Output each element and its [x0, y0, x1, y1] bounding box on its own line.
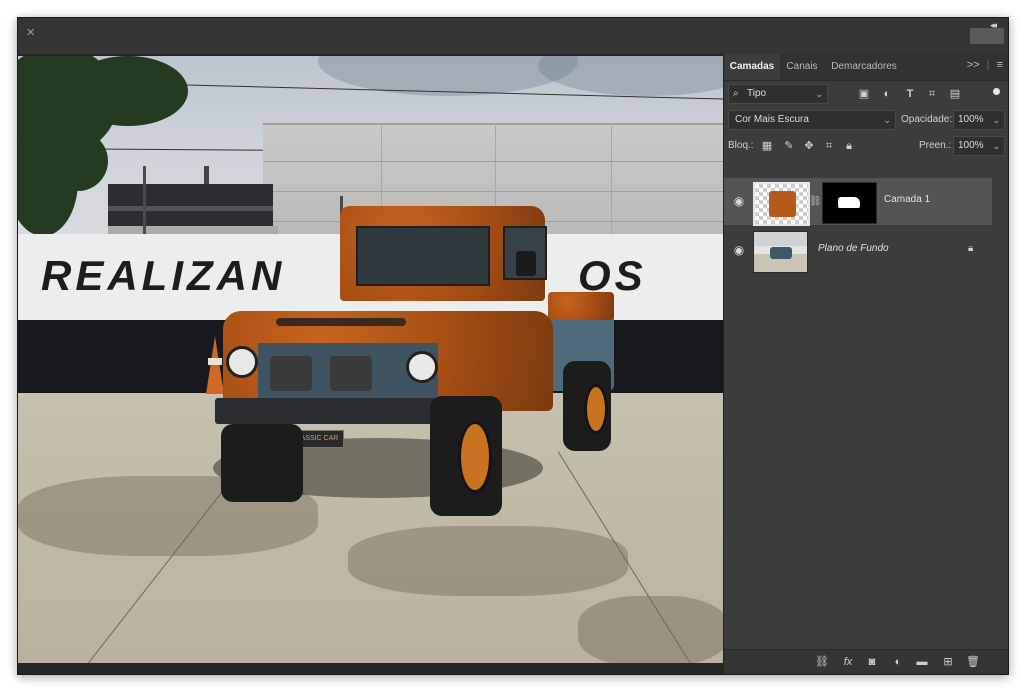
- link-layers-icon[interactable]: ⛓: [814, 654, 830, 670]
- panel-menu[interactable]: >> | ≡: [967, 59, 1003, 71]
- lock-pixels-icon[interactable]: ✎: [782, 139, 796, 153]
- layers-panel: Camadas Canais Demarcadores >> | ≡ ⌕ Tip…: [723, 54, 1008, 674]
- link-icon[interactable]: ⛓: [809, 195, 822, 209]
- opacity-value: 100%: [958, 114, 984, 125]
- wall-text-left: REALIZAN: [41, 252, 286, 299]
- fill-field[interactable]: 100% ⌄: [953, 136, 1005, 156]
- photoshop-window: ✕ ◂◂ REALIZAN OS CLASSIC CAR Camadas Can…: [17, 17, 1009, 675]
- chevron-down-icon: ⌄: [992, 115, 1000, 125]
- traffic-cone-stripe: [208, 358, 222, 365]
- thumb-truck: [770, 247, 792, 259]
- lock-row: Bloq.: ▦ ✎ ✥ ⌗ 🔒︎ Preen.: 100% ⌄: [724, 136, 1008, 158]
- lock-label: Bloq.:: [728, 140, 754, 151]
- chimney: [204, 166, 209, 184]
- chevron-down-icon: ⌄: [992, 141, 1000, 151]
- front-bumper: [215, 398, 447, 424]
- tab-demarcadores[interactable]: Demarcadores: [824, 54, 904, 80]
- layer-thumbnail[interactable]: [753, 231, 808, 273]
- truck-windshield: [356, 226, 490, 286]
- close-tab-icon[interactable]: ✕: [26, 26, 35, 39]
- chevron-down-icon: ⌄: [815, 89, 823, 99]
- filter-kind-select[interactable]: ⌕ Tipo ⌄: [728, 84, 828, 104]
- tree: [68, 56, 188, 126]
- shape-filter-icon[interactable]: ⌗: [925, 87, 939, 101]
- lock-position-icon[interactable]: ✥: [802, 139, 816, 153]
- add-mask-icon[interactable]: ◙: [864, 654, 880, 670]
- building-line: [263, 161, 723, 162]
- mask-thumbnail[interactable]: [822, 182, 877, 224]
- right-headlight: [406, 351, 438, 383]
- layer-thumbnail[interactable]: [753, 182, 810, 226]
- adjustment-filter-icon[interactable]: ◐: [880, 87, 894, 101]
- hood-vent: [276, 318, 406, 326]
- layer-name[interactable]: Camada 1: [884, 194, 930, 205]
- double-chevron-icon[interactable]: >>: [967, 59, 980, 71]
- wet-patch: [578, 596, 723, 663]
- rust-texture-thumbnail: [769, 191, 796, 217]
- fx-icon[interactable]: fx: [840, 654, 856, 670]
- traffic-cone: [206, 336, 224, 394]
- rear-rim: [584, 384, 608, 434]
- building-line: [263, 191, 723, 192]
- hamburger-icon[interactable]: ≡: [997, 59, 1003, 71]
- fill-value: 100%: [958, 140, 984, 151]
- grille-mesh-right: [330, 356, 372, 391]
- tab-separator: |: [986, 59, 990, 71]
- filter-kind-value: Tipo: [747, 88, 767, 99]
- chevron-down-icon: ⌄: [883, 115, 891, 125]
- truck-bed-rail: [548, 292, 614, 320]
- lock-transparency-icon[interactable]: ▦: [760, 139, 774, 153]
- document-tab-bar: ✕ ◂◂: [18, 18, 1008, 54]
- eye-icon[interactable]: ◉: [732, 243, 746, 257]
- smart-object-filter-icon[interactable]: ▤: [948, 87, 962, 101]
- new-layer-icon[interactable]: ⊞: [940, 654, 956, 670]
- building-joint: [611, 123, 612, 251]
- panel-tabs: Camadas Canais Demarcadores >> | ≡: [724, 54, 1008, 81]
- blend-row: Cor Mais Escura ⌄ Opacidade: 100% ⌄: [724, 110, 1008, 132]
- tab-canais[interactable]: Canais: [782, 54, 822, 80]
- blend-mode-select[interactable]: Cor Mais Escura ⌄: [728, 110, 896, 130]
- layer-row-camada-1[interactable]: ◉ ⛓ Camada 1: [724, 178, 992, 226]
- thumb-sky: [754, 232, 807, 246]
- grille-mesh-left: [270, 356, 312, 391]
- document-image: REALIZAN OS CLASSIC CAR: [18, 56, 723, 663]
- dark-building-stripe: [108, 206, 273, 211]
- layers-panel-footer: ⛓ fx ◙ ◐ ▬ ⊞ 🗑︎: [724, 649, 1008, 674]
- adjustment-layer-icon[interactable]: ◐: [890, 654, 906, 670]
- wet-patch: [348, 526, 628, 596]
- front-right-rim: [458, 421, 492, 493]
- blend-mode-value: Cor Mais Escura: [735, 114, 809, 125]
- canvas-area[interactable]: REALIZAN OS CLASSIC CAR: [18, 54, 723, 674]
- dark-building: [108, 184, 273, 226]
- left-headlight: [226, 346, 258, 378]
- tree: [48, 131, 108, 191]
- type-filter-icon[interactable]: T: [903, 87, 917, 101]
- filter-row: ⌕ Tipo ⌄ ▣ ◐ T ⌗ ▤: [724, 84, 1008, 106]
- lock-artboard-icon[interactable]: ⌗: [822, 139, 836, 153]
- layer-name[interactable]: Plano de Fundo: [818, 243, 889, 254]
- panel-dock-button[interactable]: [970, 28, 1004, 44]
- opacity-label: Opacidade:: [901, 114, 953, 125]
- filter-toggle-icon[interactable]: [993, 88, 1000, 95]
- front-left-tire: [221, 424, 303, 502]
- trash-icon[interactable]: 🗑︎: [965, 654, 981, 670]
- tab-camadas[interactable]: Camadas: [724, 54, 780, 80]
- side-mirror: [516, 251, 536, 276]
- eye-icon[interactable]: ◉: [732, 194, 746, 208]
- fill-label: Preen.:: [919, 140, 952, 151]
- folder-icon[interactable]: ▬: [914, 654, 930, 670]
- layer-row-plano-de-fundo[interactable]: ◉ Plano de Fundo 🔒︎: [724, 227, 992, 274]
- search-icon: ⌕: [733, 88, 739, 99]
- opacity-field[interactable]: 100% ⌄: [953, 110, 1005, 130]
- truck-mask-shape: [838, 197, 860, 208]
- pixel-layer-filter-icon[interactable]: ▣: [857, 87, 871, 101]
- lock-all-icon[interactable]: 🔒︎: [842, 139, 856, 153]
- lock-icon: 🔒︎: [968, 243, 974, 254]
